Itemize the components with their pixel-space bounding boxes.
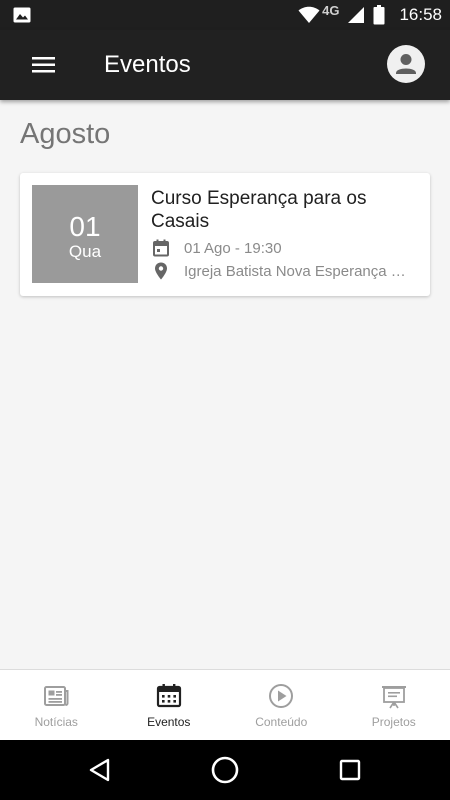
calendar-icon <box>156 684 181 708</box>
location-pin-icon <box>155 262 167 280</box>
month-heading: Agosto <box>20 118 111 150</box>
event-date-box: 01 Qua <box>32 185 138 283</box>
hamburger-menu-icon[interactable] <box>28 52 60 78</box>
cell-signal-icon <box>348 7 365 23</box>
wifi-icon <box>298 6 320 23</box>
recents-icon[interactable] <box>337 757 363 783</box>
newspaper-icon <box>44 686 69 706</box>
play-circle-icon <box>269 684 294 708</box>
tab-eventos-label: Eventos <box>147 715 191 729</box>
calendar-icon <box>153 239 169 257</box>
tab-conteudo-label: Conteúdo <box>255 715 308 729</box>
back-icon[interactable] <box>86 756 114 784</box>
event-location: Igreja Batista Nova Esperança C... <box>184 262 412 280</box>
battery-icon <box>373 5 385 25</box>
tab-eventos[interactable]: Eventos <box>113 670 226 740</box>
event-day: 01 <box>69 211 101 242</box>
tab-projetos-label: Projetos <box>371 715 416 729</box>
event-card[interactable]: 01 Qua Curso Esperança para os Casais 01… <box>20 173 430 296</box>
clock: 16:58 <box>399 5 442 24</box>
bottom-navigation: Notícias Eventos Conteúdo Projetos <box>0 669 450 740</box>
event-weekday: Qua <box>68 242 102 261</box>
event-title: Curso Esperança para os Casais <box>151 188 367 232</box>
event-datetime-row: 01 Ago - 19:30 <box>151 238 282 258</box>
system-navigation-bar <box>0 740 450 800</box>
tab-noticias-label: Notícias <box>34 715 78 729</box>
page-title: Eventos <box>104 51 191 78</box>
presentation-icon <box>381 686 406 709</box>
image-notification-icon <box>13 7 31 23</box>
tab-conteudo[interactable]: Conteúdo <box>225 670 338 740</box>
avatar[interactable] <box>387 45 425 83</box>
app-bar: Eventos <box>0 30 450 100</box>
home-icon[interactable] <box>210 755 240 785</box>
status-bar: 4G 16:58 <box>0 0 450 30</box>
event-location-row: Igreja Batista Nova Esperança C... <box>151 261 412 281</box>
event-datetime: 01 Ago - 19:30 <box>184 239 282 257</box>
tab-projetos[interactable]: Projetos <box>338 670 450 740</box>
network-type-label: 4G <box>322 2 340 18</box>
tab-noticias[interactable]: Notícias <box>0 670 113 740</box>
account-icon <box>396 54 416 74</box>
